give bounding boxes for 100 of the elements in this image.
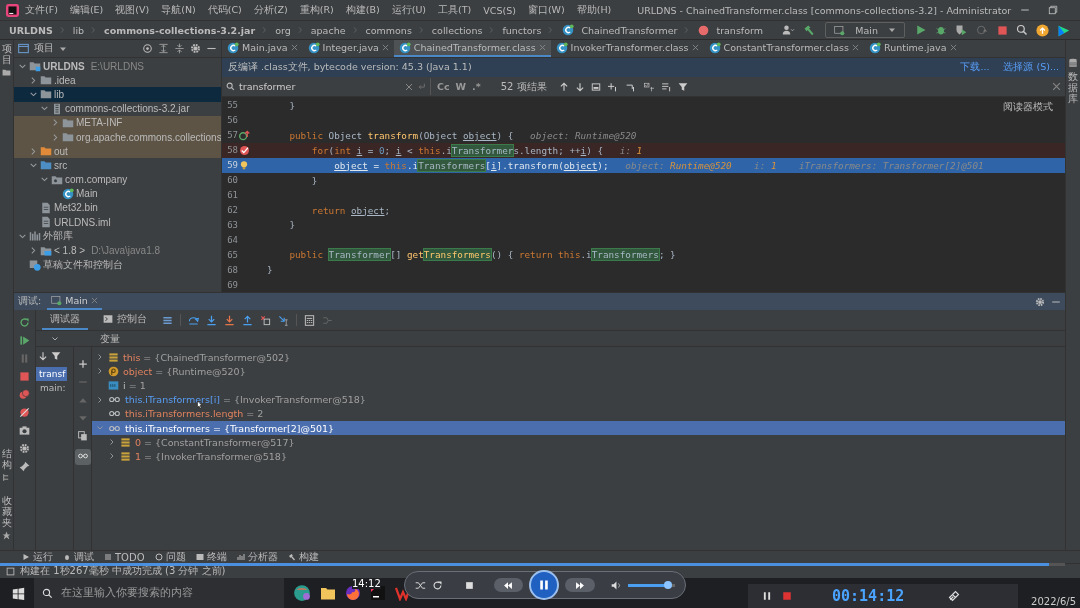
- menu-item[interactable]: 导航(N): [155, 3, 202, 17]
- variable-entry[interactable]: this = {ChainedTransformer@502}: [123, 351, 291, 363]
- search-option-toggle[interactable]: .*: [472, 81, 481, 92]
- menu-item[interactable]: VCS(S): [477, 4, 522, 16]
- arrow-up-icon[interactable]: [558, 81, 569, 92]
- breadcrumb[interactable]: commons: [362, 24, 415, 36]
- volume-icon[interactable]: [610, 579, 622, 591]
- tool-window-label[interactable]: 结构: [1, 448, 12, 470]
- add-selection-icon[interactable]: [606, 81, 619, 92]
- variable-entry[interactable]: this.iTransformers = {Transformer[2]@501}: [125, 422, 335, 434]
- drop-frame-icon[interactable]: [260, 314, 271, 326]
- tool-window-tab[interactable]: 终端: [195, 551, 227, 563]
- restore-icon[interactable]: [1047, 4, 1060, 16]
- search-icon[interactable]: [1016, 24, 1028, 36]
- debug-session-tab[interactable]: Main: [47, 293, 102, 310]
- stack-frame[interactable]: main:: [36, 381, 66, 395]
- user-icon[interactable]: [781, 24, 796, 36]
- close-icon[interactable]: [290, 44, 298, 51]
- chevron-right-icon[interactable]: [108, 438, 116, 447]
- close-icon[interactable]: [1052, 82, 1061, 91]
- pin-icon[interactable]: [19, 461, 30, 472]
- select-all-icon[interactable]: [590, 81, 601, 92]
- select-occurrences-icon[interactable]: [642, 81, 655, 92]
- close-icon[interactable]: [949, 44, 957, 51]
- resume-icon[interactable]: [19, 335, 30, 346]
- panel-toggle-icon[interactable]: [6, 566, 15, 576]
- editor-tab[interactable]: Integer.java: [302, 40, 394, 57]
- update-icon[interactable]: [1036, 23, 1049, 37]
- run-to-cursor-icon[interactable]: [278, 314, 289, 326]
- tree-item[interactable]: Met32.bin: [14, 200, 221, 216]
- arrow-down-icon[interactable]: [574, 81, 585, 92]
- mute-breakpoints-icon[interactable]: [19, 407, 30, 418]
- settings-icon[interactable]: [19, 443, 30, 454]
- breadcrumb[interactable]: URLDNS: [6, 24, 56, 36]
- tree-item[interactable]: URLDNS E:\URLDNS: [14, 59, 221, 74]
- bulb-icon[interactable]: [239, 159, 249, 171]
- search-option-toggle[interactable]: W: [455, 81, 467, 92]
- windows-icon[interactable]: [12, 586, 25, 600]
- copy-icon[interactable]: [77, 431, 88, 441]
- pause-icon[interactable]: [762, 591, 772, 601]
- settings-icon[interactable]: [190, 43, 201, 54]
- chevron-right-icon[interactable]: [51, 132, 60, 142]
- editor-tab[interactable]: InvokerTransformer.class: [550, 40, 704, 57]
- globe-app-icon[interactable]: [293, 584, 311, 602]
- step-over-icon[interactable]: [188, 314, 199, 326]
- tool-window-tab[interactable]: TODO: [104, 551, 145, 563]
- breadcrumb[interactable]: collections: [428, 24, 486, 36]
- locate-icon[interactable]: [142, 43, 153, 54]
- pause-button[interactable]: [529, 570, 559, 600]
- breadcrumb[interactable]: apache: [307, 24, 349, 36]
- menu-item[interactable]: 构建(B): [339, 3, 386, 17]
- editor-tab[interactable]: ConstantTransformer.class: [703, 40, 864, 57]
- chevron-right-icon[interactable]: [51, 118, 60, 128]
- step-into-icon[interactable]: [206, 314, 217, 326]
- editor-tab[interactable]: ChainedTransformer.class: [393, 40, 551, 57]
- menu-item[interactable]: 视图(V): [109, 3, 156, 17]
- chevron-right-icon[interactable]: [108, 452, 116, 461]
- tool-window-tab[interactable]: 调试: [63, 551, 94, 563]
- caret-icon[interactable]: [51, 334, 59, 343]
- collapse-all-icon[interactable]: [174, 43, 185, 54]
- chevron-right-icon[interactable]: [96, 353, 104, 362]
- menu-item[interactable]: 分析(Z): [247, 3, 294, 17]
- chevron-right-icon[interactable]: [96, 367, 104, 376]
- variable-entry[interactable]: this.iTransformers[i] = {InvokerTransformer@518}: [125, 394, 366, 406]
- menu-item[interactable]: 窗口(W): [521, 3, 571, 17]
- colorful-logo-icon[interactable]: [1057, 23, 1070, 37]
- tree-item[interactable]: com.company: [14, 172, 221, 187]
- rewind-button[interactable]: [493, 578, 524, 592]
- repeat-icon[interactable]: [431, 579, 443, 591]
- variable-entry[interactable]: 1 = {InvokerTransformer@518}: [135, 450, 287, 462]
- variable-entry[interactable]: object = {Runtime@520}: [123, 365, 246, 377]
- filter-icon[interactable]: [677, 81, 688, 92]
- menu-item[interactable]: 工具(T): [432, 3, 478, 17]
- run-config-dropdown[interactable]: Main: [825, 22, 905, 38]
- shuffle-icon[interactable]: [415, 579, 426, 591]
- breadcrumb[interactable]: transform: [713, 24, 766, 36]
- tree-item[interactable]: lib: [14, 87, 221, 102]
- menu-item[interactable]: 编辑(E): [63, 3, 110, 17]
- breakpoint-icon[interactable]: [238, 144, 250, 156]
- breadcrumb[interactable]: ChainedTransformer: [578, 24, 681, 36]
- chevron-right-icon[interactable]: [29, 246, 38, 256]
- tree-item[interactable]: 草稿文件和控制台: [14, 257, 221, 272]
- close-icon[interactable]: [538, 44, 546, 51]
- menu-item[interactable]: 代码(C): [201, 3, 248, 17]
- filter-icon[interactable]: [51, 351, 61, 361]
- variable-entry[interactable]: this.iTransformers.length = 2: [125, 408, 264, 420]
- editor-tab[interactable]: Main.java: [222, 40, 303, 57]
- variable-entry[interactable]: 0 = {ConstantTransformer@517}: [135, 436, 295, 448]
- fast-forward-button[interactable]: [564, 578, 595, 592]
- reader-mode-link[interactable]: 阅读器模式: [1003, 100, 1053, 114]
- watches-toggle[interactable]: [74, 449, 91, 465]
- ide-app-icon[interactable]: [370, 585, 386, 601]
- settings-icon[interactable]: [1035, 296, 1045, 307]
- tree-item[interactable]: URLDNS.iml: [14, 215, 221, 230]
- chevron-right-icon[interactable]: [29, 75, 38, 85]
- hammer-icon[interactable]: [803, 24, 816, 36]
- run-icon[interactable]: [915, 24, 927, 36]
- tree-item[interactable]: META-INF: [14, 115, 221, 130]
- breadcrumb[interactable]: functors: [499, 24, 545, 36]
- bug-icon[interactable]: [935, 24, 947, 36]
